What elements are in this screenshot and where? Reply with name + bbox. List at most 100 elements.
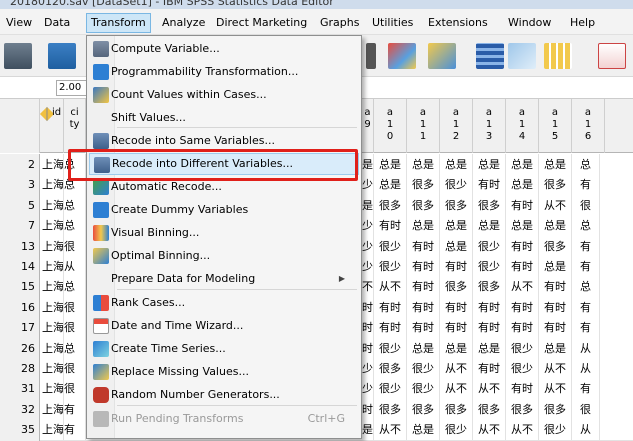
cell-value[interactable]: 总是 <box>506 174 539 197</box>
menu-item-optimal-binning[interactable]: Optimal Binning... <box>89 245 359 267</box>
cell-city[interactable]: 上海 <box>40 256 64 278</box>
menu-item-compute[interactable]: Compute Variable... <box>89 38 359 60</box>
cell-value[interactable]: 有 <box>64 398 86 421</box>
insert-cases-icon[interactable] <box>428 43 456 69</box>
menu-direct-marketing[interactable]: Direct Marketing <box>212 13 311 33</box>
column-header-a10[interactable]: a 1 0 <box>374 99 407 153</box>
cell-value[interactable]: 是 <box>362 154 374 176</box>
row-number[interactable]: 16 <box>0 296 40 319</box>
cell-city[interactable]: 上海 <box>40 378 64 401</box>
menu-view[interactable]: View <box>2 13 36 33</box>
cell-value[interactable]: 很少 <box>374 235 407 258</box>
cell-value[interactable]: 从不 <box>539 378 572 401</box>
cell-value[interactable]: 总是 <box>374 174 407 197</box>
cell-value[interactable]: 很 <box>572 194 600 217</box>
menu-window[interactable]: Window <box>504 13 555 33</box>
cell-value[interactable]: 很少 <box>407 358 440 380</box>
cell-value[interactable]: 很 <box>64 296 86 319</box>
cell-value[interactable]: 从不 <box>374 419 407 441</box>
menu-extensions[interactable]: Extensions <box>424 13 492 33</box>
cell-value[interactable]: 少 <box>362 215 374 238</box>
cell-value[interactable]: 很多 <box>506 398 539 421</box>
cell-value[interactable]: 很多 <box>473 276 506 299</box>
menu-item-recode-diff[interactable]: Recode into Different Variables... <box>89 153 359 175</box>
cell-value[interactable]: 很多 <box>374 398 407 421</box>
cell-value[interactable]: 总是 <box>407 154 440 176</box>
cell-value[interactable]: 很少 <box>374 378 407 401</box>
goto-case-icon[interactable] <box>366 43 376 69</box>
cell-value[interactable]: 不 <box>362 276 374 299</box>
cell-value[interactable]: 总是 <box>506 215 539 238</box>
row-number[interactable]: 31 <box>0 378 40 401</box>
cell-value[interactable]: 很少 <box>440 419 473 441</box>
cell-value[interactable]: 是 <box>362 194 374 217</box>
cell-value[interactable]: 有时 <box>374 296 407 319</box>
cell-value[interactable]: 从不 <box>473 378 506 401</box>
cell-value[interactable]: 总是 <box>539 256 572 278</box>
cell-city[interactable]: 上海 <box>40 174 64 197</box>
select-cases-icon[interactable] <box>544 43 572 69</box>
menu-item-random[interactable]: Random Number Generators... <box>89 384 359 406</box>
weight-cases-icon[interactable] <box>508 43 536 69</box>
cell-value[interactable]: 少 <box>362 256 374 278</box>
menu-data[interactable]: Data <box>40 13 74 33</box>
menu-help[interactable]: Help <box>566 13 599 33</box>
menu-item-shift[interactable]: Shift Values... <box>89 107 359 129</box>
menu-item-auto-recode[interactable]: Automatic Recode... <box>89 176 359 198</box>
cell-value[interactable]: 很多 <box>374 194 407 217</box>
menu-transform[interactable]: Transform <box>86 13 151 33</box>
column-header-a15[interactable]: a 1 5 <box>539 99 572 153</box>
cell-value[interactable]: 总是 <box>374 154 407 176</box>
cell-value[interactable]: 从 <box>572 419 600 441</box>
cell-value[interactable]: 很多 <box>539 398 572 421</box>
cell-value[interactable]: 很多 <box>440 398 473 421</box>
cell-value[interactable]: 少 <box>362 174 374 197</box>
cell-value[interactable]: 从不 <box>539 194 572 217</box>
menu-item-datetime[interactable]: Date and Time Wizard... <box>89 315 359 337</box>
cell-value[interactable]: 总是 <box>407 215 440 238</box>
row-number[interactable]: 26 <box>0 337 40 360</box>
cell-city[interactable]: 上海 <box>40 276 64 299</box>
cell-value[interactable]: 很多 <box>374 358 407 380</box>
cell-value[interactable]: 总 <box>64 215 86 238</box>
cell-value[interactable]: 有时 <box>506 256 539 278</box>
cell-city[interactable]: 上海 <box>40 235 64 258</box>
column-header-a11[interactable]: a 1 1 <box>407 99 440 153</box>
cell-value[interactable]: 有时 <box>506 317 539 340</box>
row-number[interactable]: 5 <box>0 194 40 217</box>
row-number[interactable]: 17 <box>0 317 40 340</box>
column-header-city[interactable]: ci ty <box>64 99 86 153</box>
cell-value[interactable]: 总是 <box>506 154 539 176</box>
cell-value[interactable]: 总 <box>572 215 600 238</box>
cell-value[interactable]: 有 <box>572 235 600 258</box>
cell-value[interactable]: 少 <box>362 358 374 380</box>
cell-value[interactable]: 有时 <box>440 296 473 319</box>
cell-city[interactable]: 上海 <box>40 317 64 340</box>
cell-city[interactable]: 上海 <box>40 398 64 421</box>
split-file-icon[interactable] <box>476 43 504 69</box>
find-icon[interactable] <box>388 43 416 69</box>
menu-item-rank[interactable]: Rank Cases... <box>89 292 359 314</box>
cell-value[interactable]: 总是 <box>473 337 506 360</box>
cell-city[interactable]: 上海 <box>40 194 64 217</box>
menu-item-dummy[interactable]: Create Dummy Variables <box>89 199 359 221</box>
cell-value[interactable]: 总 <box>64 276 86 299</box>
cell-value[interactable]: 总是 <box>473 215 506 238</box>
cell-value[interactable]: 时 <box>362 337 374 360</box>
cell-value[interactable]: 很少 <box>506 337 539 360</box>
cell-value[interactable]: 有时 <box>506 378 539 401</box>
cell-value[interactable]: 总是 <box>440 235 473 258</box>
cell-value[interactable]: 很 <box>64 378 86 401</box>
cell-value[interactable]: 很多 <box>407 174 440 197</box>
column-header-a14[interactable]: a 1 4 <box>506 99 539 153</box>
menu-graphs[interactable]: Graphs <box>316 13 363 33</box>
cell-value[interactable]: 很多 <box>440 194 473 217</box>
column-header-a13[interactable]: a 1 3 <box>473 99 506 153</box>
cell-value[interactable]: 有时 <box>407 317 440 340</box>
cell-value[interactable]: 有 <box>572 256 600 278</box>
cell-value[interactable]: 是 <box>362 419 374 441</box>
column-header-a9[interactable]: a 9 <box>362 99 374 153</box>
cell-value[interactable]: 很少 <box>440 174 473 197</box>
menu-item-recode-same[interactable]: Recode into Same Variables... <box>89 130 359 152</box>
cell-value[interactable]: 很多 <box>473 398 506 421</box>
